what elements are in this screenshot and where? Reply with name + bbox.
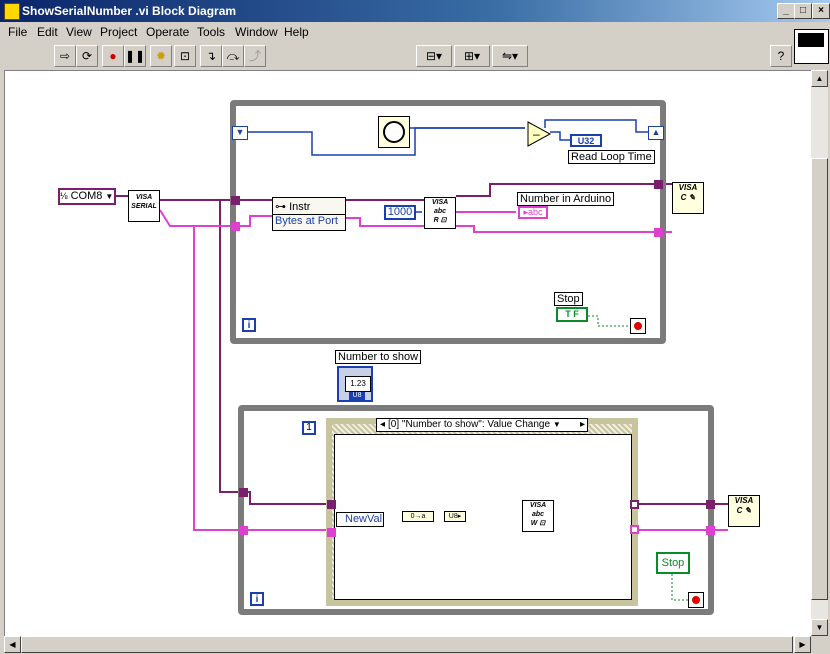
tunnel-error-in[interactable] [231,222,240,231]
scroll-up-icon[interactable]: ▲ [811,70,828,87]
chevron-left-icon[interactable]: ◂ [377,419,388,430]
loop-condition-top[interactable] [630,318,646,334]
clock-icon [383,121,405,143]
tunnel-visa-in[interactable] [231,196,240,205]
tunnel-error-in-bottom[interactable] [239,526,248,535]
loop-condition-bottom[interactable] [688,592,704,608]
horizontal-scrollbar[interactable]: ◀ ▶ [4,636,811,653]
com-port-value: COM8 [70,190,103,202]
resource-icon: ⅛ [60,191,68,201]
scroll-right-icon[interactable]: ▶ [794,636,811,653]
type-cast-node[interactable]: U8▸ [444,511,466,522]
event-tunnel-error-in[interactable] [327,528,336,537]
number-in-arduino-indicator[interactable]: ▸abc [518,206,548,219]
tunnel-visa-in-bottom[interactable] [239,488,248,497]
tunnel-error-out-bottom[interactable] [706,526,715,535]
property-instr: ⊶ Instr [275,201,311,213]
read-count-constant[interactable]: 1000 [384,205,416,220]
u8-label: U8 [349,392,365,400]
u32-label: U32 [577,136,595,146]
iteration-terminal-top[interactable]: i [242,318,256,332]
property-node[interactable]: ⊶ Instr Bytes at Port [272,197,346,231]
event-case-label: [0] "Number to show": Value Change [388,419,551,430]
tunnel-error-out[interactable] [654,228,663,237]
tick-count-node[interactable] [378,116,410,148]
stop-label-top: Stop [554,292,583,306]
shift-register-right[interactable]: ▲ [648,126,664,140]
iteration-terminal-bottom[interactable]: i [250,592,264,606]
visa-close-bottom-node[interactable]: VISA C ✎ [728,495,760,527]
tunnel-visa-out-bottom[interactable] [706,500,715,509]
number-to-show-label: Number to show [335,350,422,364]
read-loop-time-indicator[interactable]: U32 [570,134,602,147]
read-loop-time-label: Read Loop Time [568,150,655,164]
tunnel-visa-out[interactable] [654,180,663,189]
event-tunnel-error-out[interactable] [630,525,639,534]
scroll-left-icon[interactable]: ◀ [4,636,21,653]
vertical-scrollbar[interactable]: ▲ ▼ [811,70,828,636]
visa-write-node[interactable]: VISA abc W ⊡ [522,500,554,532]
numeric-value: 1.23 [345,376,371,392]
horizontal-scroll-thumb[interactable] [21,636,793,653]
chevron-down-icon[interactable]: ▼ [553,420,561,429]
visa-close-top-node[interactable]: VISA C ✎ [672,182,704,214]
event-case-selector[interactable]: ◂ [0] "Number to show": Value Change ▼ ▸ [376,418,588,432]
number-to-show-control[interactable]: 1.23 U8 [337,366,373,402]
number-in-arduino-label: Number in Arduino [517,192,615,206]
shift-register-left[interactable]: ▼ [232,126,248,140]
chevron-down-icon: ▼ [105,192,114,201]
event-tunnel-visa-in[interactable] [327,500,336,509]
vertical-scroll-thumb[interactable] [811,158,828,600]
scroll-down-icon[interactable]: ▼ [811,619,828,636]
timeout-constant[interactable]: 1 [302,421,316,435]
stop-button-top[interactable]: T F [556,307,588,322]
newval-event-data[interactable]: NewVal [336,512,384,527]
event-tunnel-visa-out[interactable] [630,500,639,509]
visa-read-node[interactable]: VISA abc R ⊡ [424,197,456,229]
visa-configure-serial-node[interactable]: VISA SERIAL [128,190,160,222]
stop-icon [634,322,642,330]
number-to-string-node[interactable]: 0→a [402,511,434,522]
property-bytes-at-port: Bytes at Port [273,214,345,230]
stop-icon [692,596,700,604]
chevron-right-icon[interactable]: ▸ [580,419,585,431]
stop-button-bottom[interactable]: Stop [656,552,690,574]
com-port-constant[interactable]: ⅛ COM8 ▼ [58,188,116,205]
